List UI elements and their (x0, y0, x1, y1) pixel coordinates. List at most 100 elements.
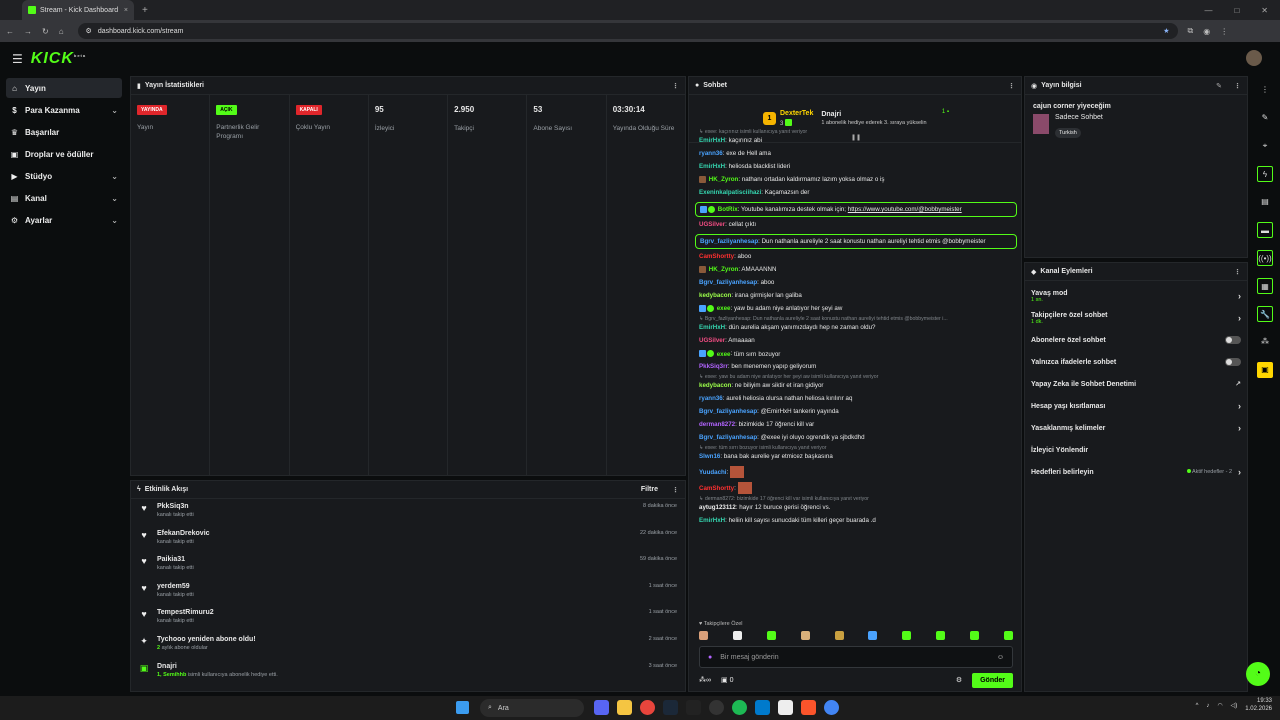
activity-name[interactable]: Dnajri (157, 663, 278, 670)
chat-username[interactable]: UGSilver (699, 221, 725, 228)
spotify-icon[interactable] (732, 700, 747, 715)
chat-username[interactable]: Bgrv_fazliyanhesap (699, 279, 757, 286)
emote-icon[interactable] (699, 631, 708, 640)
more-options-icon[interactable]: ⋮ (672, 82, 679, 90)
emote-icon[interactable] (936, 631, 946, 640)
discord-icon[interactable] (594, 700, 609, 715)
emote-icon[interactable] (732, 631, 742, 640)
chat-username[interactable]: EmirHxH (699, 324, 725, 331)
windows-start-icon[interactable] (456, 701, 469, 714)
chat-username[interactable]: Bgrv_fazliyanhesap (699, 408, 757, 415)
close-tab-icon[interactable]: × (124, 7, 128, 14)
nodes-icon[interactable]: ⁂ (1257, 334, 1273, 350)
help-chat-icon[interactable]: ◔ (1246, 662, 1270, 686)
steam-icon[interactable] (663, 700, 678, 715)
sidebar-item-5[interactable]: ▤ Kanal ⌄ (6, 188, 122, 208)
emoji-icon[interactable]: ☺ (997, 654, 1004, 661)
clock[interactable]: 19:33 1.02.2026 (1245, 698, 1272, 714)
toggle-switch[interactable] (1225, 358, 1241, 366)
sidebar-item-1[interactable]: $ Para Kazanma ⌄ (6, 100, 122, 120)
address-bar[interactable]: ⚙ dashboard.kick.com/stream ★ (77, 23, 1178, 39)
filter-button[interactable]: Filtre (641, 486, 658, 493)
lightning-icon[interactable]: ϟ (1257, 166, 1273, 182)
chat-username[interactable]: UGSilver (699, 337, 725, 344)
emote-icon[interactable] (902, 631, 912, 640)
maximize-icon[interactable]: □ (1234, 6, 1239, 15)
channel-action-item[interactable]: Yalnızca ifadelerle sohbet (1025, 351, 1247, 373)
obs-icon[interactable] (709, 700, 724, 715)
channel-action-item[interactable]: İzleyici Yönlendir (1025, 439, 1247, 461)
sidebar-item-2[interactable]: ♛ Başarılar (6, 122, 122, 142)
chat-username[interactable]: BotRix (718, 206, 738, 213)
chat-username[interactable]: aytug123112 (699, 504, 736, 511)
volume-icon[interactable]: ◁) (1231, 702, 1238, 709)
mic-icon[interactable]: ● (708, 654, 712, 661)
chat-username[interactable]: ryann36 (699, 395, 723, 402)
site-info-icon[interactable]: ⚙ (86, 27, 92, 35)
brave-icon[interactable] (801, 700, 816, 715)
chat-rail-icon[interactable]: ▬ (1257, 222, 1273, 238)
clipboard-icon[interactable]: ▤ (1257, 194, 1273, 210)
pencil-icon[interactable]: ✎ (1257, 110, 1273, 126)
sidebar-item-6[interactable]: ⚙ Ayarlar ⌄ (6, 210, 122, 230)
taskbar-search[interactable]: ⌕ Ara (480, 699, 584, 717)
channel-action-item[interactable]: Hedefleri belirleyin Aktif hedefler - 2 › (1025, 461, 1247, 483)
back-icon[interactable]: ← (6, 27, 14, 36)
send-button[interactable]: Gönder (972, 672, 1013, 688)
chrome-alt-icon[interactable] (824, 700, 839, 715)
chat-username[interactable]: Yuudachi (699, 469, 727, 476)
chat-username[interactable]: HK_Zyron (709, 266, 739, 273)
reload-icon[interactable]: ↻ (42, 27, 49, 36)
more-vertical-icon[interactable]: ⋮ (1257, 82, 1273, 98)
tray-chevron-icon[interactable]: ^ (1196, 703, 1199, 709)
hamburger-menu-icon[interactable]: ☰ (12, 52, 23, 66)
activity-name[interactable]: Tychooo yeniden abone oldu! (157, 636, 256, 643)
activity-name[interactable]: Paikia31 (157, 556, 194, 563)
new-tab-button[interactable]: + (142, 5, 148, 16)
emote-icon[interactable] (800, 631, 810, 640)
chat-username[interactable]: Exeninkalpatisciihazi (699, 189, 761, 196)
chat-username[interactable]: exee (717, 305, 731, 312)
chat-username[interactable]: CamShortty (699, 253, 734, 260)
sidebar-item-0[interactable]: ⌂ Yayın (6, 78, 122, 98)
channel-action-item[interactable]: Takipçilere özel sohbet 1 dk. › (1025, 307, 1247, 329)
more-options-icon[interactable]: ⋮ (672, 486, 679, 494)
category-name[interactable]: Sadece Sohbet (1055, 114, 1103, 121)
broadcast-rail-icon[interactable]: ((•)) (1257, 250, 1273, 266)
sidebar-item-3[interactable]: ▣ Droplar ve ödüller (6, 144, 122, 164)
bookmark-star-icon[interactable]: ★ (1163, 27, 1169, 35)
layout-rail-icon[interactable]: ▦ (1257, 278, 1273, 294)
more-options-icon[interactable]: ⋮ (1234, 268, 1241, 276)
chat-username[interactable]: exee (717, 351, 731, 358)
chat-username[interactable]: ryann36 (699, 150, 723, 157)
chat-username[interactable]: derman8272 (699, 421, 735, 428)
close-window-icon[interactable]: ✕ (1261, 6, 1268, 15)
minimize-icon[interactable]: — (1204, 6, 1212, 15)
activity-name[interactable]: EfekanDrekovic (157, 530, 210, 537)
chat-username[interactable]: kedybacon (699, 382, 731, 389)
more-options-icon[interactable]: ⋮ (1234, 82, 1241, 90)
browser-menu-icon[interactable]: ⋮ (1220, 27, 1228, 36)
channel-action-item[interactable]: Hesap yaşı kısıtlaması › (1025, 395, 1247, 417)
notion-icon[interactable] (778, 700, 793, 715)
forward-icon[interactable]: → (24, 27, 32, 36)
chrome-icon[interactable] (640, 700, 655, 715)
channel-action-item[interactable]: Abonelere özel sohbet (1025, 329, 1247, 351)
activity-name[interactable]: PkkSiq3n (157, 503, 194, 510)
chat-username[interactable]: HK_Zyron (709, 176, 739, 183)
emote-icon[interactable] (970, 631, 979, 640)
chat-username[interactable]: EmirHxH (699, 163, 725, 170)
channel-action-item[interactable]: Yapay Zeka ile Sohbet Denetimi ↗ (1025, 373, 1247, 395)
gift-sub-icon[interactable]: ▣ 0 (721, 676, 733, 684)
profile-icon[interactable]: ◉ (1203, 27, 1210, 36)
chat-username[interactable]: PkkSiq3rr (699, 363, 728, 370)
emote-icon[interactable] (834, 631, 844, 640)
emote-icon[interactable] (1003, 631, 1013, 640)
browser-tab[interactable]: Stream - Kick Dashboard × (22, 0, 134, 20)
mic-tray-icon[interactable]: ♪ (1206, 703, 1209, 709)
chat-username[interactable]: EmirHxH (699, 517, 725, 524)
wifi-icon[interactable]: ◠ (1217, 702, 1222, 709)
activity-name[interactable]: yerdem59 (157, 583, 194, 590)
target-icon[interactable]: ⌖ (1257, 138, 1273, 154)
chat-input[interactable]: ● Bir mesaj gönderin ☺ (699, 646, 1013, 668)
